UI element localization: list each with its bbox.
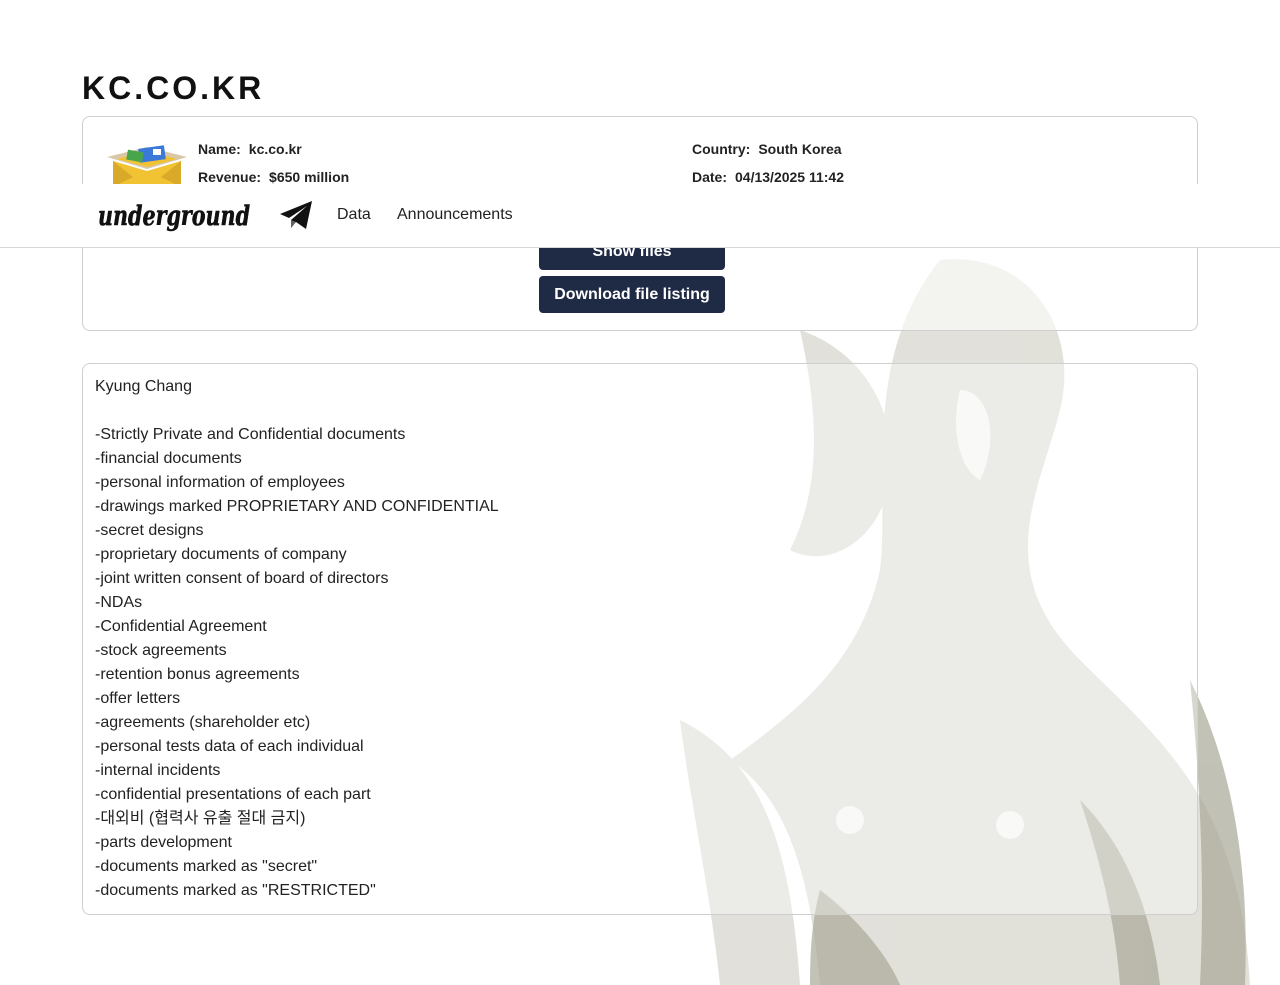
description-line: -personal information of employees — [95, 474, 345, 491]
description-line: -retention bonus agreements — [95, 666, 300, 683]
page: KC.CO.KR Name: kc.co.kr Revenue: $650 mill… — [0, 0, 1280, 985]
description-line: -Confidential Agreement — [95, 618, 267, 635]
country-field: Country: South Korea — [692, 141, 842, 157]
country-value: South Korea — [758, 141, 842, 157]
description-line: -NDAs — [95, 594, 143, 611]
date-value: 04/13/2025 11:42 — [735, 169, 845, 185]
description-line: -agreements (shareholder etc) — [95, 714, 311, 731]
description-line: -joint written consent of board of direc… — [95, 570, 389, 587]
brand-logo[interactable]: underground — [98, 198, 252, 232]
company-name-value: kc.co.kr — [248, 141, 302, 157]
description-line — [95, 399, 499, 423]
leak-description-list: Kyung Chang -Strictly Private and Confid… — [95, 375, 499, 903]
country-label: Country: — [692, 141, 751, 157]
top-navbar: underground Data Announcements — [0, 184, 1280, 248]
date-label: Date: — [692, 169, 728, 185]
description-line: -secret designs — [95, 522, 204, 539]
nav-link-announcements[interactable]: Announcements — [397, 206, 513, 224]
brand-logo-text: underground — [98, 201, 250, 232]
description-line: -stock agreements — [95, 642, 227, 659]
description-line: -drawings marked PROPRIETARY AND CONFIDE… — [95, 498, 499, 515]
date-field: Date: 04/13/2025 11:42 — [692, 169, 844, 185]
company-name-label: Name: — [198, 141, 241, 157]
description-line: -personal tests data of each individual — [95, 738, 364, 755]
revenue-field: Revenue: $650 million — [198, 169, 349, 185]
description-line: -proprietary documents of company — [95, 546, 347, 563]
description-line: -internal incidents — [95, 762, 221, 779]
description-line: -documents marked as "secret" — [95, 858, 318, 875]
company-name-field: Name: kc.co.kr — [198, 141, 302, 157]
description-line: -offer letters — [95, 690, 181, 707]
page-title: KC.CO.KR — [82, 70, 265, 106]
nav-link-data[interactable]: Data — [337, 206, 371, 224]
description-line: -parts development — [95, 834, 232, 851]
revenue-value: $650 million — [269, 169, 350, 185]
leak-description-card: Kyung Chang -Strictly Private and Confid… — [82, 363, 1198, 915]
description-line: -Strictly Private and Confidential docum… — [95, 426, 406, 443]
description-line: Kyung Chang — [95, 378, 192, 395]
description-line: -대외비 (협력사 유출 절대 금지) — [95, 810, 306, 827]
description-line: -financial documents — [95, 450, 242, 467]
telegram-icon[interactable] — [279, 200, 313, 230]
open-box-icon — [107, 145, 187, 187]
description-line: -documents marked as "RESTRICTED" — [95, 882, 376, 899]
download-file-listing-button[interactable]: Download file listing — [539, 276, 725, 313]
revenue-label: Revenue: — [198, 169, 262, 185]
description-line: -confidential presentations of each part — [95, 786, 371, 803]
